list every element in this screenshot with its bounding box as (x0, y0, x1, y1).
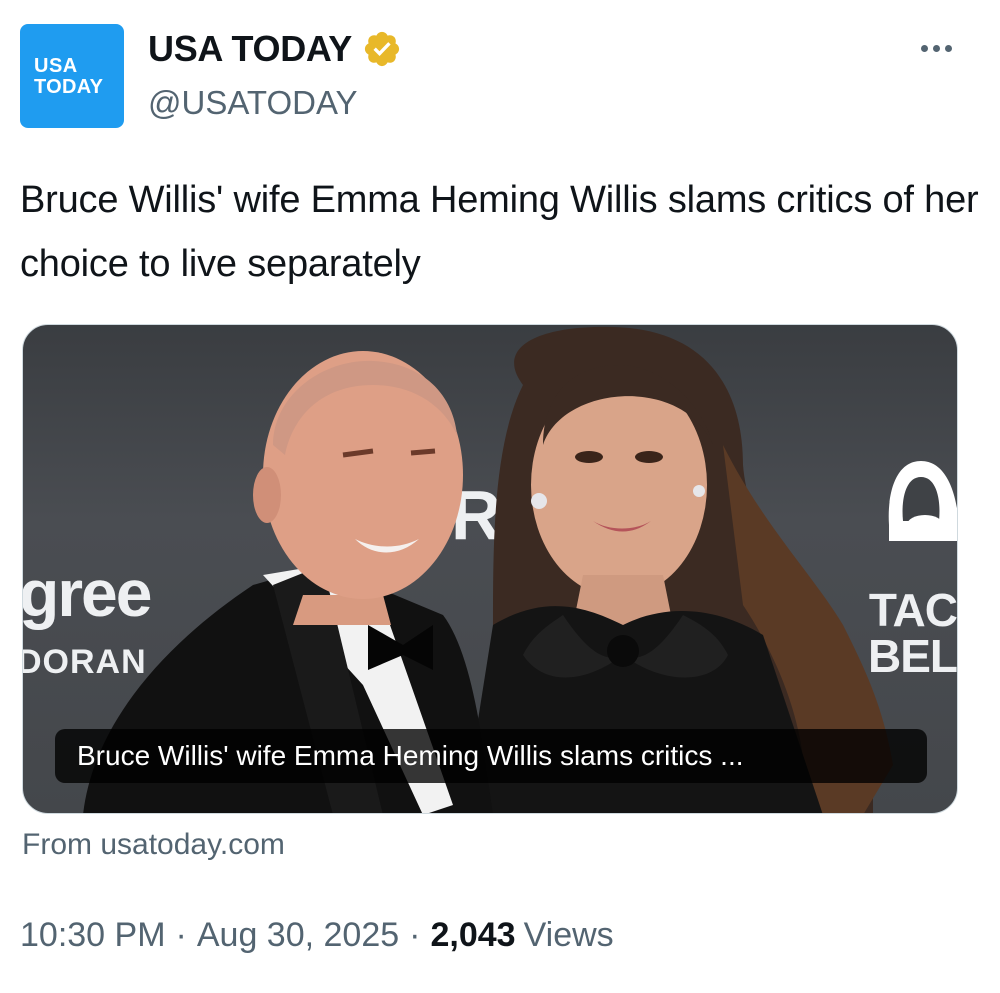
display-name[interactable]: USA TODAY (148, 28, 352, 70)
card-source-link[interactable]: From usatoday.com (22, 828, 285, 862)
more-options-icon[interactable] (916, 40, 956, 56)
views-label: Views (523, 916, 614, 954)
views-count: 2,043 (430, 916, 516, 954)
avatar-text-line2: TODAY (34, 75, 104, 98)
avatar[interactable]: USA TODAY (20, 24, 124, 128)
tweet-time[interactable]: 10:30 PM (20, 916, 166, 955)
tweet-date[interactable]: Aug 30, 2025 (197, 916, 399, 955)
tweet-text: Bruce Willis' wife Emma Heming Willis sl… (20, 179, 979, 285)
author-name-row[interactable]: USA TODAY (148, 28, 402, 70)
verified-badge-icon (364, 31, 400, 67)
meta-separator: · (409, 916, 421, 954)
author-handle[interactable]: @USATODAY (148, 84, 358, 122)
tweet-meta: 10:30 PM · Aug 30, 2025 · 2,043 Views (20, 916, 614, 955)
avatar-text-line1: USA (34, 54, 78, 77)
meta-separator: · (175, 916, 187, 954)
link-card[interactable]: gree DORAN RC TAC BEL (22, 324, 958, 814)
card-caption[interactable]: Bruce Willis' wife Emma Heming Willis sl… (55, 729, 927, 783)
